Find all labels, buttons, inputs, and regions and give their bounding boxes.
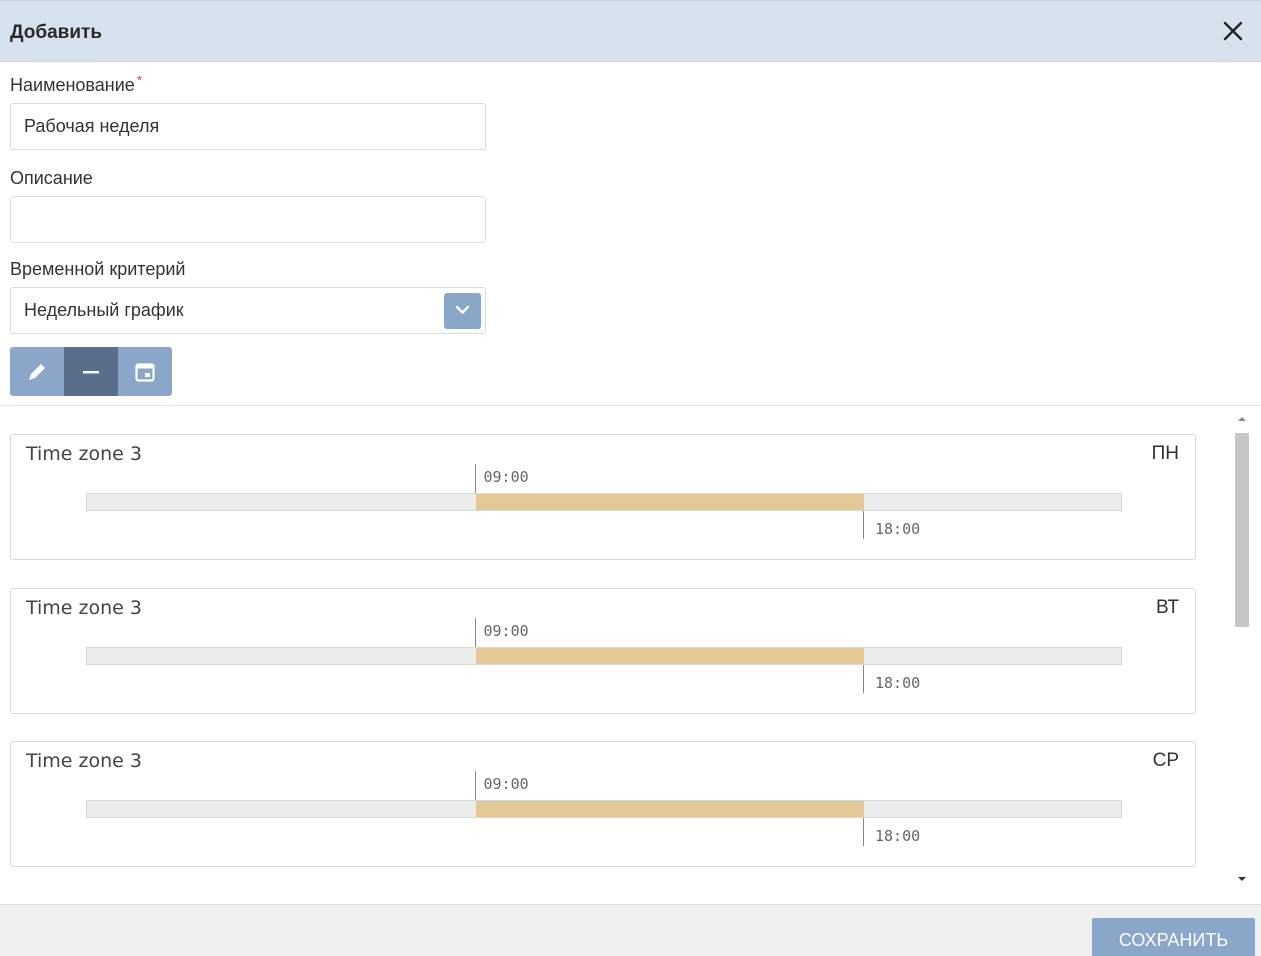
timeline-range[interactable] [475,648,864,664]
scroll-thumb[interactable] [1235,433,1249,627]
day-card: Time zone 3 ВТ 09:00 18:00 [10,588,1196,714]
end-tick [863,665,864,693]
start-tick [474,464,476,493]
dialog-header: Добавить [0,0,1261,62]
time-zone-label: Time zone 3 [26,597,142,619]
save-button[interactable]: СОХРАНИТЬ [1092,918,1255,956]
pencil-icon [29,364,45,380]
end-time: 18:00 [875,520,921,538]
required-mark: * [136,72,143,88]
description-label: Описание [10,168,93,188]
minus-icon [83,371,99,374]
close-icon[interactable] [1219,17,1247,45]
timeline-track [86,800,1122,818]
start-time: 09:00 [483,622,529,640]
start-tick [474,771,476,800]
criterion-label: Временной критерий [10,259,186,279]
chevron-down-icon[interactable] [444,293,481,329]
name-input[interactable] [10,103,486,150]
end-time: 18:00 [875,674,921,692]
end-tick [863,511,864,539]
remove-button[interactable] [64,347,118,396]
calendar-button[interactable] [118,347,172,396]
start-time: 09:00 [483,468,529,486]
day-label: ПН [1151,443,1179,464]
time-zone-label: Time zone 3 [26,443,142,465]
edit-button[interactable] [10,347,64,396]
timeline-range[interactable] [475,494,864,510]
scroll-up-icon[interactable] [1237,415,1247,423]
criterion-select-value: Недельный график [24,300,184,320]
start-tick [474,618,476,647]
day-card: Time zone 3 СР 09:00 18:00 [10,741,1196,867]
day-label: ВТ [1155,597,1179,618]
name-label: Наименование * [10,72,143,95]
schedule-toolbar [10,347,172,396]
criterion-select[interactable]: Недельный график [10,287,486,334]
dialog-footer: СОХРАНИТЬ [0,904,1261,956]
scroll-down-icon[interactable] [1237,875,1247,883]
timeline-range[interactable] [475,801,864,817]
start-time: 09:00 [483,775,529,793]
end-time: 18:00 [875,827,921,845]
day-card: Time zone 3 ПН 09:00 18:00 [10,434,1196,560]
end-tick [863,818,864,846]
description-input[interactable] [10,196,486,243]
calendar-icon [135,363,155,382]
day-label: СР [1152,750,1179,771]
scrollbar[interactable] [1231,405,1253,890]
timeline-track [86,493,1122,511]
timeline-track [86,647,1122,665]
time-zone-label: Time zone 3 [26,750,142,772]
dialog-title: Добавить [10,22,103,43]
